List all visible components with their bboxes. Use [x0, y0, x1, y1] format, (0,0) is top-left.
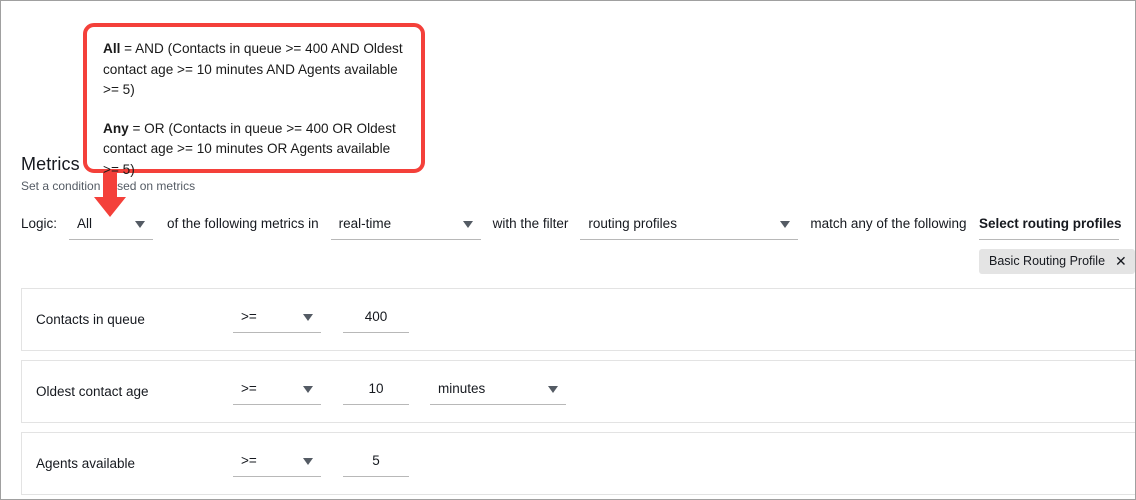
- routing-profile-chip-label: Basic Routing Profile: [989, 253, 1105, 269]
- metric-unit-value: minutes: [430, 378, 485, 400]
- chevron-down-icon: [303, 314, 313, 321]
- chevron-down-icon: [548, 386, 558, 393]
- callout-line-any: Any = OR (Contacts in queue >= 400 OR Ol…: [103, 119, 405, 181]
- timeframe-dropdown-value: real-time: [331, 213, 392, 235]
- logic-label: Logic:: [21, 213, 57, 235]
- callout-all-term: All: [103, 41, 120, 56]
- chevron-down-icon: [780, 221, 790, 228]
- select-routing-profiles-button[interactable]: Select routing profiles: [979, 213, 1119, 240]
- chevron-down-icon: [463, 221, 473, 228]
- annotation-callout: All = AND (Contacts in queue >= 400 AND …: [83, 23, 425, 173]
- metric-threshold-input[interactable]: 400: [343, 306, 409, 333]
- chevron-down-icon: [303, 386, 313, 393]
- text-match-any-of-the-following: match any of the following: [810, 213, 966, 235]
- metric-name: Contacts in queue: [36, 312, 233, 327]
- metric-operator-dropdown[interactable]: >=: [233, 450, 321, 477]
- metric-operator-value: >=: [233, 450, 257, 472]
- metrics-condition-screen: Metrics Set a condition based on metrics…: [0, 0, 1136, 500]
- metric-name: Oldest contact age: [36, 384, 233, 399]
- metric-row: Contacts in queue >= 400: [21, 288, 1136, 351]
- metric-operator-value: >=: [233, 306, 257, 328]
- callout-any-term: Any: [103, 121, 129, 136]
- chevron-down-icon: [303, 458, 313, 465]
- routing-profile-chip-list: Basic Routing Profile ✕: [979, 249, 1119, 274]
- chevron-down-icon: [135, 221, 145, 228]
- close-icon[interactable]: ✕: [1115, 254, 1127, 268]
- timeframe-dropdown[interactable]: real-time: [331, 213, 481, 240]
- metric-operator-value: >=: [233, 378, 257, 400]
- metric-name: Agents available: [36, 456, 233, 471]
- select-routing-profiles-area: Select routing profiles Basic Routing Pr…: [979, 213, 1119, 274]
- callout-line-all: All = AND (Contacts in queue >= 400 AND …: [103, 39, 405, 101]
- metric-row: Oldest contact age >= 10 minutes: [21, 360, 1136, 423]
- text-with-the-filter: with the filter: [493, 213, 569, 235]
- metric-operator-dropdown[interactable]: >=: [233, 306, 321, 333]
- filter-type-dropdown[interactable]: routing profiles: [580, 213, 798, 240]
- callout-any-definition: = OR (Contacts in queue >= 400 OR Oldest…: [103, 121, 396, 177]
- text-of-the-following-metrics-in: of the following metrics in: [167, 213, 319, 235]
- metric-unit-dropdown[interactable]: minutes: [430, 378, 566, 405]
- logic-dropdown-value: All: [69, 213, 92, 235]
- metric-rows-list: Contacts in queue >= 400 Oldest contact …: [21, 288, 1136, 500]
- callout-all-definition: = AND (Contacts in queue >= 400 AND Olde…: [103, 41, 403, 97]
- filter-type-dropdown-value: routing profiles: [580, 213, 677, 235]
- metric-operator-dropdown[interactable]: >=: [233, 378, 321, 405]
- metric-threshold-input[interactable]: 10: [343, 378, 409, 405]
- metric-row: Agents available >= 5: [21, 432, 1136, 495]
- metric-threshold-input[interactable]: 5: [343, 450, 409, 477]
- routing-profile-chip[interactable]: Basic Routing Profile ✕: [979, 249, 1135, 274]
- logic-row: Logic: All of the following metrics in r…: [21, 213, 966, 240]
